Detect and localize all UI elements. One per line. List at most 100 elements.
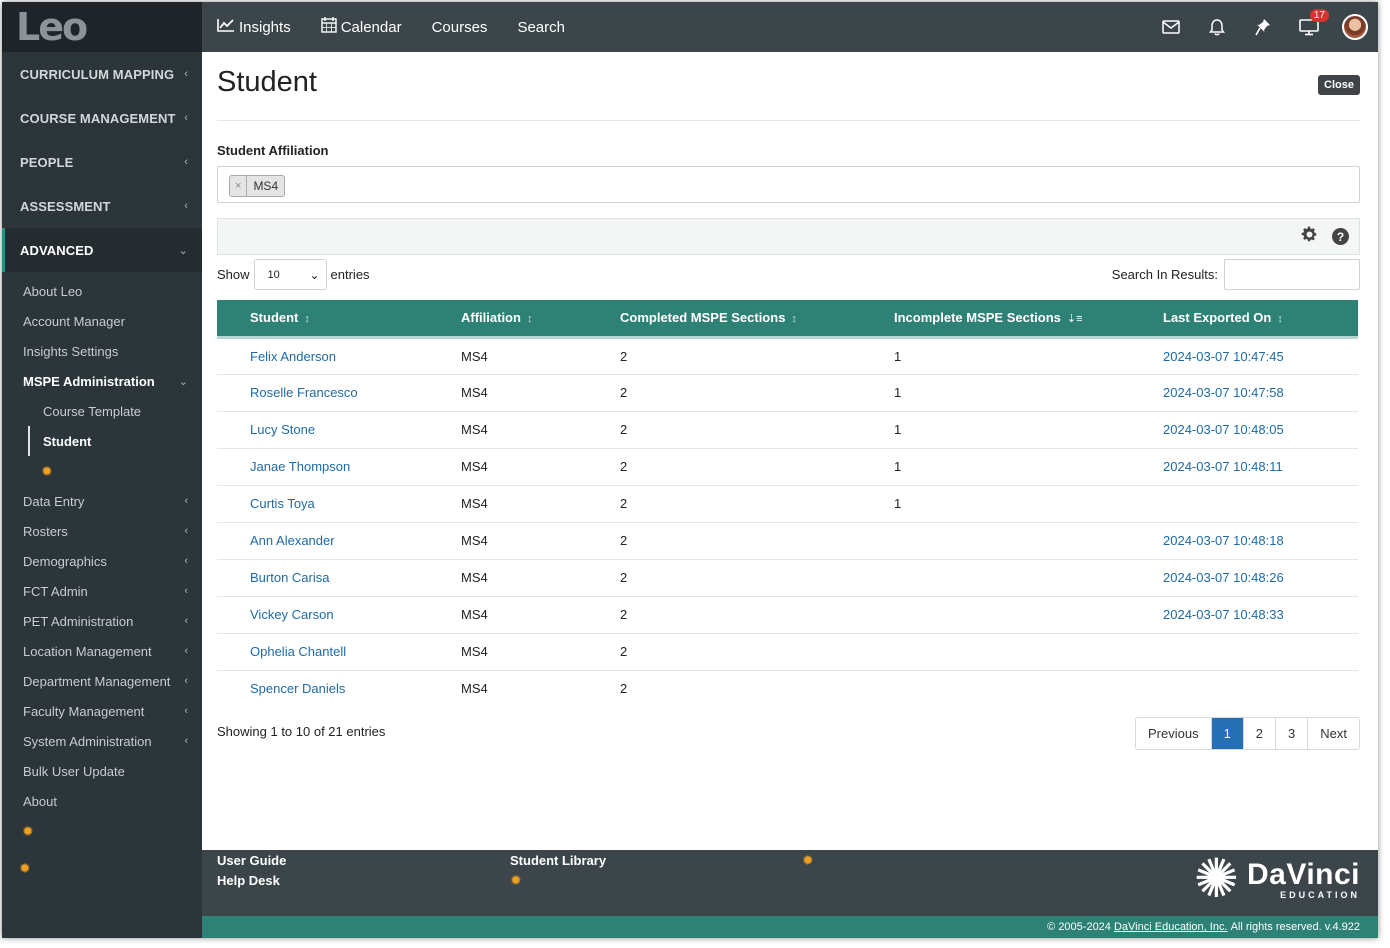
page-button-1[interactable]: 1 [1210,718,1243,749]
column-label: Affiliation [461,310,521,326]
column-label: Completed MSPE Sections [620,310,786,326]
last-exported-link[interactable]: 2024-03-07 10:48:11 [1163,459,1283,474]
last-exported-link[interactable]: 2024-03-07 10:48:05 [1163,422,1284,437]
column-header-completed[interactable]: Completed MSPE Sections ↕ [620,300,894,337]
student-name-link[interactable]: Roselle Francesco [250,385,358,400]
student-name-link[interactable]: Ophelia Chantell [250,644,346,659]
student-name-link[interactable]: Lucy Stone [250,422,315,437]
help-desk-link[interactable]: Help Desk [217,873,280,888]
sidebar-item-label: Department Management [23,673,171,689]
sort-icon: ↕ [304,313,310,326]
page-title: Student [217,66,317,98]
top-icons: 17 [1148,2,1378,52]
student-name-link[interactable]: Janae Thompson [250,459,350,474]
table-cell: MS4 [461,670,620,707]
sidebar-section-label: ASSESSMENT [20,198,111,214]
student-name-link[interactable]: Spencer Daniels [250,681,345,696]
table-cell: 2024-03-07 10:48:26 [1163,559,1358,597]
sidebar-item-fct-admin[interactable]: FCT Admin ‹ [2,576,202,606]
student-name-link[interactable]: Burton Carisa [250,570,329,585]
sidebar-section-curriculum-mapping[interactable]: CURRICULUM MAPPING ‹ [2,52,202,96]
nav-calendar[interactable]: Calendar [321,17,402,37]
divider [217,120,1360,121]
pin-icon[interactable] [1240,2,1286,52]
student-affiliation-label: Student Affiliation [217,143,329,158]
column-header-student[interactable]: Student ↕ [217,300,461,337]
show-label: Show [217,267,250,282]
student-library-link[interactable]: Student Library [510,853,606,868]
nav-insights[interactable]: Insights [217,18,291,36]
sidebar-section-advanced[interactable]: ADVANCED ⌄ [2,228,202,272]
table-cell [894,670,1163,707]
previous-button[interactable]: Previous [1136,718,1211,749]
next-button[interactable]: Next [1307,718,1359,749]
sidebar-section-people[interactable]: PEOPLE ‹ [2,140,202,184]
copyright-link[interactable]: DaVinci Education, Inc. [1114,921,1228,933]
student-name-link[interactable]: Curtis Toya [250,496,315,511]
sidebar-section-assessment[interactable]: ASSESSMENT ‹ [2,184,202,228]
nav-courses[interactable]: Courses [432,19,488,36]
table-row: Curtis Toya MS4 2 1 [217,485,1358,523]
student-name-link[interactable]: Vickey Carson [250,607,334,622]
sidebar-item-about-leo[interactable]: About Leo [2,276,202,306]
student-affiliation-select[interactable]: × MS4 [217,166,1360,203]
gear-icon[interactable]: ✹ [19,860,31,877]
sidebar-item-system-administration[interactable]: System Administration ‹ [2,726,202,756]
affiliation-tag: × MS4 [229,175,286,197]
student-name-link[interactable]: Ann Alexander [250,533,335,548]
chart-line-icon [217,18,235,36]
sidebar-item-account-manager[interactable]: Account Manager [2,306,202,336]
nav-search[interactable]: Search [517,19,565,36]
remove-tag-icon[interactable]: × [230,176,248,196]
table-row: Ann Alexander MS4 2 2024-03-07 10:48:18 [217,522,1358,560]
sidebar-item-rosters[interactable]: Rosters ‹ [2,516,202,546]
user-guide-link[interactable]: User Guide [217,853,286,868]
column-header-last-exported[interactable]: Last Exported On ↕ [1163,300,1358,337]
student-name-link[interactable]: Felix Anderson [250,349,336,364]
affiliation-cell: MS4 [461,644,488,659]
sidebar-item-pet-administration[interactable]: PET Administration ‹ [2,606,202,636]
column-header-affiliation[interactable]: Affiliation ↕ [461,300,620,337]
help-icon[interactable]: ? [1332,228,1349,245]
sidebar-item-course-template[interactable]: Course Template [2,396,202,426]
search-input[interactable] [1224,259,1360,290]
sidebar-section-course-management[interactable]: COURSE MANAGEMENT ‹ [2,96,202,140]
close-button[interactable]: Close [1318,75,1360,95]
last-exported-link[interactable]: 2024-03-07 10:47:58 [1163,385,1284,400]
monitor-icon[interactable]: 17 [1286,2,1332,52]
table-cell: Vickey Carson [217,596,461,634]
sidebar-item-student[interactable]: Student [28,426,202,456]
mail-icon[interactable] [1148,2,1194,52]
sidebar-item-department-management[interactable]: Department Management ‹ [2,666,202,696]
sidebar-item-faculty-management[interactable]: Faculty Management ‹ [2,696,202,726]
sidebar-item-about[interactable]: About [2,786,202,816]
sidebar-item-demographics[interactable]: Demographics ‹ [2,546,202,576]
affiliation-cell: MS4 [461,459,488,474]
sidebar-item-data-entry[interactable]: Data Entry ‹ [2,486,202,516]
leo-logo[interactable]: Leo [2,2,202,52]
chevron-down-icon: ⌄ [309,267,320,282]
bell-icon[interactable] [1194,2,1240,52]
gear-icon[interactable]: ✹ [22,823,34,840]
last-exported-link[interactable]: 2024-03-07 10:48:26 [1163,570,1284,585]
gear-icon[interactable]: ✹ [510,872,522,889]
page-button-3[interactable]: 3 [1275,718,1307,749]
page-size-select[interactable]: 10 ⌄ [253,259,327,290]
gear-icon[interactable]: ✹ [802,852,814,869]
gear-icon[interactable] [1301,226,1318,248]
sidebar-item-label: Student [43,433,92,449]
sidebar-item-insights-settings[interactable]: Insights Settings [2,336,202,366]
page-button-2[interactable]: 2 [1242,718,1275,749]
gear-icon[interactable]: ✹ [41,463,53,480]
affiliation-cell: MS4 [461,607,488,622]
user-avatar[interactable] [1332,2,1378,52]
last-exported-link[interactable]: 2024-03-07 10:48:18 [1163,533,1284,548]
sidebar-item-location-management[interactable]: Location Management ‹ [2,636,202,666]
last-exported-link[interactable]: 2024-03-07 10:47:45 [1163,349,1284,364]
last-exported-link[interactable]: 2024-03-07 10:48:33 [1163,607,1284,622]
affiliation-cell: MS4 [461,422,488,437]
sidebar-item-mspe-administration[interactable]: MSPE Administration ⌄ [2,366,202,396]
sidebar-item-bulk-user-update[interactable]: Bulk User Update [2,756,202,786]
column-header-incomplete[interactable]: Incomplete MSPE Sections ⇣≡ [894,300,1163,337]
table-cell: Curtis Toya [217,485,461,523]
